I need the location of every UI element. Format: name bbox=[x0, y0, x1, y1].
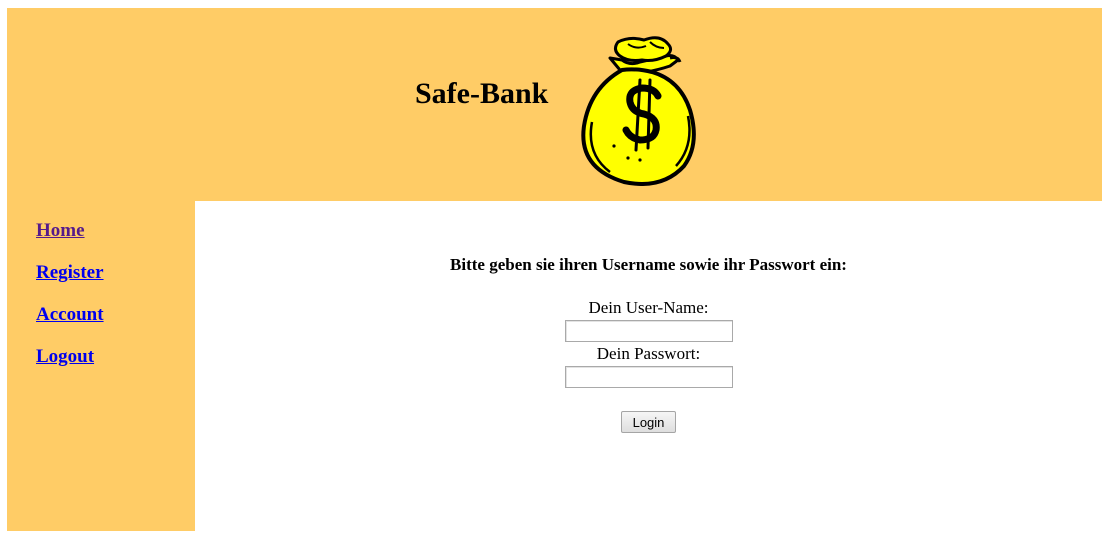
sidebar-item-register: Register bbox=[36, 261, 104, 303]
money-bag-icon bbox=[581, 36, 696, 186]
sidebar-nav: Home Register Account Logout bbox=[7, 201, 195, 531]
login-button[interactable]: Login bbox=[621, 411, 676, 433]
sidebar-item-logout: Logout bbox=[36, 345, 104, 387]
sidebar-item-account: Account bbox=[36, 303, 104, 345]
page: Safe-Bank Home Register Account Logout B… bbox=[0, 0, 1110, 549]
username-input[interactable] bbox=[565, 320, 733, 342]
logout-link[interactable]: Logout bbox=[36, 346, 94, 367]
header-banner: Safe-Bank bbox=[7, 8, 1102, 201]
password-label: Dein Passwort: bbox=[596, 344, 701, 363]
nav-list: Home Register Account Logout bbox=[36, 219, 104, 387]
account-link[interactable]: Account bbox=[36, 304, 104, 325]
login-content: Bitte geben sie ihren Username sowie ihr… bbox=[195, 201, 1102, 531]
site-title: Safe-Bank bbox=[415, 77, 549, 110]
username-label: Dein User-Name: bbox=[588, 298, 709, 317]
password-input[interactable] bbox=[565, 366, 733, 388]
register-link[interactable]: Register bbox=[36, 262, 104, 283]
home-link[interactable]: Home bbox=[36, 220, 85, 241]
login-instructions: Bitte geben sie ihren Username sowie ihr… bbox=[450, 255, 847, 274]
sidebar-item-home: Home bbox=[36, 219, 104, 261]
